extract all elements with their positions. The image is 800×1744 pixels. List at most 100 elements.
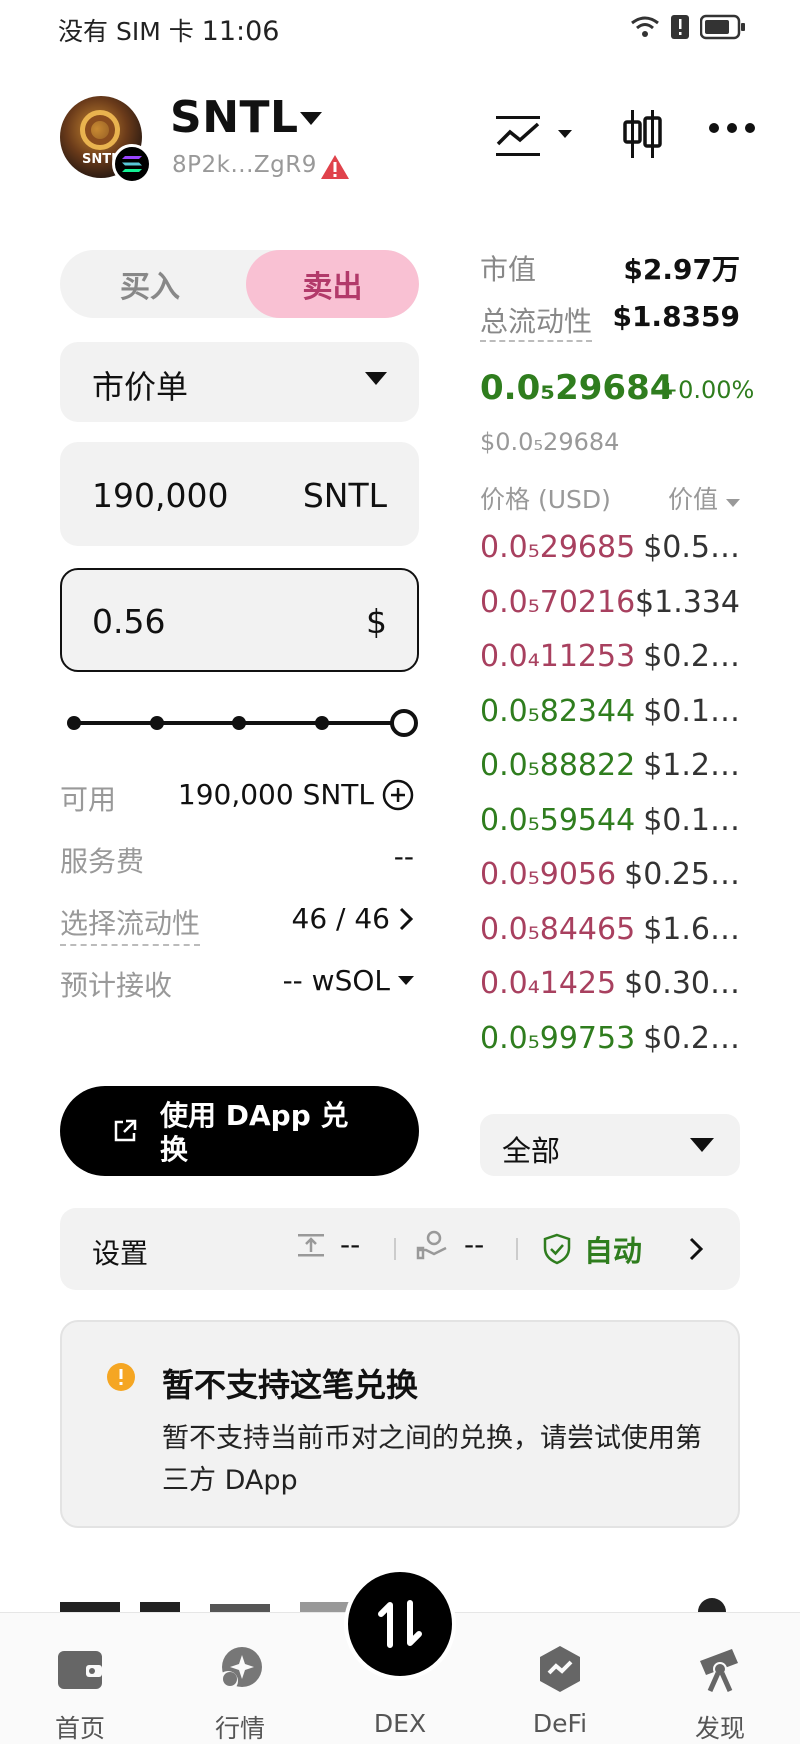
mev-protection-setting[interactable]: 自动 <box>542 1228 642 1270</box>
slippage-icon <box>298 1233 324 1256</box>
trade-price: 0.0₅99753 <box>480 1020 636 1056</box>
trade-price: 0.0₅9056 <box>480 857 617 892</box>
alert-icon <box>671 15 689 39</box>
nav-dex-label: DEX <box>373 1709 427 1738</box>
trade-filter-label: 全部 <box>502 1134 561 1168</box>
available-row: 可用 190,000 SNTL <box>60 778 420 818</box>
nav-defi-label: DeFi <box>532 1709 588 1738</box>
trade-price: 0.0₅70216 <box>480 584 636 620</box>
trade-row: 0.0₅99753 $0.2… <box>480 1021 740 1061</box>
column-value[interactable]: 价值 <box>668 480 740 516</box>
available-label: 可用 <box>60 783 117 816</box>
current-price: 0.0₅29684 <box>480 368 674 408</box>
liquidity-value: 46 / 46 <box>291 902 391 935</box>
trade-price: 0.0₅88822 <box>480 748 636 783</box>
price-unit: $ <box>366 602 387 641</box>
trade-price: 0.0₄1425 <box>480 966 617 1001</box>
slippage-setting[interactable]: -- <box>296 1228 360 1261</box>
battery-icon <box>700 14 745 40</box>
nav-market-label: 行情 <box>214 1714 265 1743</box>
amount-input[interactable]: 190,000 SNTL <box>60 442 419 546</box>
trade-filter-select[interactable]: 全部 <box>480 1114 740 1176</box>
market-icon <box>218 1647 262 1691</box>
nav-discover[interactable]: 发现 <box>660 1613 780 1744</box>
trade-value: $0.2… <box>643 1020 740 1056</box>
tab-buy[interactable]: 买入 <box>60 250 240 318</box>
snail-logo-icon <box>80 110 120 150</box>
nav-home-label: 首页 <box>54 1714 105 1743</box>
token-header: SNTL SNTL 8P2k...ZgR9 <box>60 92 760 187</box>
tab-sell[interactable]: 卖出 <box>246 250 419 318</box>
defi-icon <box>540 1646 580 1692</box>
telescope-icon <box>700 1649 738 1693</box>
trade-row: 0.0₅88822 $1.2… <box>480 748 740 788</box>
price-change: +0.00% <box>658 376 755 404</box>
more-icon[interactable] <box>708 122 756 134</box>
notice-body: 暂不支持当前币对之间的兑换，请尝试使用第三方 DApp <box>162 1423 702 1496</box>
order-type-select[interactable]: 市价单 <box>60 342 419 422</box>
column-price: 价格 (USD) <box>480 485 611 514</box>
divider <box>394 1238 396 1260</box>
use-dapp-label: 使用 DApp 兑换 <box>160 1099 349 1166</box>
market-cap-value: $2.97万 <box>623 253 740 286</box>
trade-row: 0.0₄11253 $0.2… <box>480 639 740 679</box>
nav-home[interactable]: 首页 <box>20 1613 140 1744</box>
trade-row: 0.0₅29685 $0.5… <box>480 530 740 570</box>
token-address[interactable]: 8P2k...ZgR9 <box>172 152 317 178</box>
carrier-text: 没有 SIM 卡 <box>58 17 194 46</box>
trade-price: 0.0₄11253 <box>480 639 636 674</box>
order-type-label: 市价单 <box>92 368 189 406</box>
warning-triangle-icon[interactable] <box>320 154 350 180</box>
dex-swap-button[interactable] <box>344 1568 456 1680</box>
chevron-right-icon <box>689 1237 704 1261</box>
trade-value: $1.334 <box>635 584 740 620</box>
gas-fee-icon <box>416 1230 447 1259</box>
fee-value: -- <box>393 840 414 873</box>
trade-price: 0.0₅84465 <box>480 911 636 947</box>
buy-sell-toggle: 买入 卖出 <box>60 250 419 318</box>
available-value: 190,000 SNTL <box>177 778 374 811</box>
settings-bar[interactable]: 设置 -- -- 自动 <box>60 1208 740 1290</box>
total-liquidity-label: 总流动性 <box>480 300 593 342</box>
amount-value: 190,000 <box>92 476 229 515</box>
gas-value: -- <box>464 1228 485 1261</box>
liquidity-row[interactable]: 选择流动性 46 / 46 <box>60 902 420 946</box>
total-liquidity-row[interactable]: 总流动性 $1.8359 <box>480 300 740 342</box>
chart-type-icon[interactable] <box>496 114 574 158</box>
amount-slider[interactable] <box>66 708 420 738</box>
trade-value: $0.1… <box>643 693 740 729</box>
market-cap-label: 市值 <box>480 253 537 286</box>
trade-row: 0.0₄1425 $0.30… <box>480 966 740 1006</box>
gas-setting[interactable]: -- <box>416 1228 484 1261</box>
clock-text: 11:06 <box>201 16 280 47</box>
status-left: 没有 SIM 卡 11:06 <box>58 12 279 48</box>
total-liquidity-value: $1.8359 <box>612 300 740 333</box>
nav-discover-label: 发现 <box>694 1714 745 1743</box>
wallet-icon <box>58 1651 102 1689</box>
amount-unit: SNTL <box>302 476 387 515</box>
chevron-right-icon <box>399 907 414 930</box>
caret-down-icon <box>690 1138 714 1152</box>
trade-value: $0.25… <box>624 857 740 892</box>
trade-price: 0.0₅59544 <box>480 802 636 838</box>
token-symbol[interactable]: SNTL <box>170 92 299 143</box>
liquidity-label: 选择流动性 <box>60 902 201 946</box>
trade-price: 0.0₅82344 <box>480 693 636 729</box>
fee-label: 服务费 <box>60 845 145 878</box>
trade-value: $0.5… <box>643 530 740 565</box>
caret-down-icon <box>726 499 740 507</box>
price-input[interactable]: 0.56 $ <box>60 568 419 672</box>
swap-arrows-icon <box>378 1600 422 1648</box>
candlestick-icon[interactable] <box>622 108 664 160</box>
nav-market[interactable]: 行情 <box>180 1613 300 1744</box>
receive-value: -- wSOL <box>282 964 390 997</box>
use-dapp-button[interactable]: 使用 DApp 兑换 <box>60 1086 419 1176</box>
trade-row: 0.0₅70216 $1.334 <box>480 585 740 625</box>
wifi-icon <box>631 16 659 37</box>
receive-row[interactable]: 预计接收 -- wSOL <box>60 964 420 1004</box>
trade-row: 0.0₅82344 $0.1… <box>480 694 740 734</box>
caret-down-icon[interactable] <box>300 112 322 126</box>
warning-circle-icon <box>107 1363 135 1391</box>
nav-defi[interactable]: DeFi <box>500 1613 620 1744</box>
plus-circle-icon[interactable] <box>382 779 414 811</box>
